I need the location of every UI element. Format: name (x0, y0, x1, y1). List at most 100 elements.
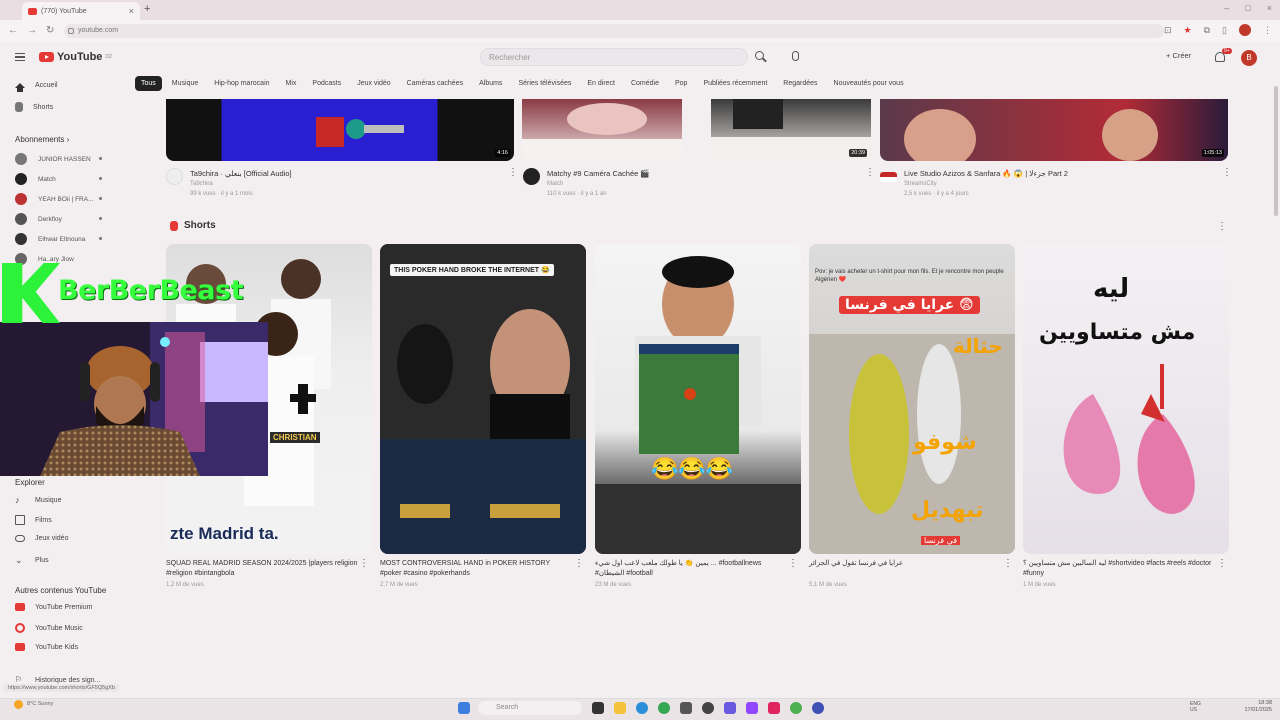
close-window-icon[interactable]: × (1267, 3, 1272, 13)
chrome-icon[interactable] (658, 702, 670, 714)
app-icon[interactable] (680, 702, 692, 714)
subscriptions-title[interactable]: Abonnements › (15, 135, 69, 144)
bookmark-star-icon[interactable]: ★ (1184, 25, 1192, 36)
browser-profile-icon[interactable] (1239, 24, 1251, 36)
filter-chip[interactable]: Podcasts (306, 76, 347, 91)
filter-chip[interactable]: Mix (280, 76, 303, 91)
more-actions-icon[interactable] (865, 167, 875, 180)
app-icon[interactable] (724, 702, 736, 714)
filter-chip[interactable]: En direct (581, 76, 621, 91)
sidebar-item-home[interactable]: Accueil (15, 82, 58, 92)
app-icon[interactable] (790, 702, 802, 714)
create-button[interactable]: + Créer (1166, 51, 1191, 60)
explorer-icon[interactable] (614, 702, 626, 714)
filter-chip[interactable]: Hip-hop marocain (208, 76, 275, 91)
short-title[interactable]: ليه السالبين مش متساويين ؟ #shortvideo #… (1023, 559, 1215, 579)
minimize-icon[interactable]: – (1224, 3, 1229, 13)
channel-name[interactable]: StreamsCity (904, 181, 937, 187)
channel-name[interactable]: Ta9chira (190, 181, 213, 187)
microphone-icon[interactable] (792, 51, 799, 61)
more-actions-icon[interactable] (1217, 221, 1227, 234)
channel-avatar[interactable] (880, 172, 897, 182)
more-actions-icon[interactable] (1222, 167, 1232, 180)
channel-name[interactable]: Match (547, 181, 563, 187)
video-title[interactable]: Matchy #9 Caméra Cachée 🎬 (547, 169, 650, 178)
forward-icon[interactable]: → (27, 25, 37, 36)
youtube-logo[interactable]: YouTube DZ (39, 51, 112, 63)
sidebar-item-gaming[interactable]: Jeux vidéo (15, 535, 68, 542)
url-field[interactable]: youtube.com (64, 24, 1164, 38)
short-card[interactable]: ليه مش متساويين (1023, 244, 1229, 554)
filter-chip[interactable]: Regardées (777, 76, 823, 91)
more-actions-icon[interactable] (359, 558, 369, 571)
sidebar-item-films[interactable]: Films (15, 515, 52, 525)
twitch-icon[interactable] (746, 702, 758, 714)
filter-chip[interactable]: Albums (473, 76, 508, 91)
sidebar-item-premium[interactable]: YouTube Premium (15, 603, 92, 611)
filter-chip[interactable]: Comédie (625, 76, 665, 91)
browser-tab[interactable]: (770) YouTube × (22, 2, 140, 20)
taskbar-search[interactable]: Search (478, 701, 582, 715)
video-thumbnail[interactable]: 1:05:13 (880, 99, 1228, 161)
filter-chip[interactable]: Musique (166, 76, 204, 91)
reload-icon[interactable]: ↻ (46, 25, 54, 36)
more-actions-icon[interactable] (788, 558, 798, 571)
weather-widget[interactable]: 8°C Sunny (14, 700, 53, 709)
more-actions-icon[interactable] (1003, 558, 1013, 571)
clock[interactable]: 18:38 17/01/2025 (1244, 700, 1272, 714)
sidebar-item-kids[interactable]: YouTube Kids (15, 643, 78, 651)
sidebar-item-more[interactable]: ⌄ Plus (15, 555, 49, 565)
sidebar-item-music-app[interactable]: YouTube Music (15, 623, 83, 633)
short-title[interactable]: SQUAD REAL MADRID SEASON 2024/2025 |play… (166, 559, 358, 579)
short-card[interactable]: THIS POKER HAND BROKE THE INTERNET 😂 (380, 244, 586, 554)
more-actions-icon[interactable] (1217, 558, 1227, 571)
search-input[interactable]: Rechercher (480, 48, 748, 66)
filter-chip[interactable]: Pop (669, 76, 693, 91)
video-title[interactable]: Live Studio Azizos & Sanfara 🔥 😱 | جزءلا… (904, 169, 1068, 178)
sidepanel-icon[interactable]: ▯ (1222, 25, 1227, 36)
short-card[interactable]: Pov: je vais acheter un t-shirt pour mon… (809, 244, 1015, 554)
subscription-item[interactable]: Match (15, 173, 102, 185)
site-info-icon[interactable] (68, 28, 74, 34)
filter-chip[interactable]: Caméras cachées (401, 76, 469, 91)
filter-chip[interactable]: Jeux vidéo (351, 76, 396, 91)
obs-icon[interactable] (702, 702, 714, 714)
edge-icon[interactable] (636, 702, 648, 714)
search-icon[interactable] (754, 50, 768, 64)
filter-chip[interactable]: Publiées récemment (697, 76, 773, 91)
video-thumbnail[interactable]: 20:39 (711, 99, 871, 161)
sidebar-item-shorts[interactable]: Shorts (15, 102, 53, 112)
browser-menu-icon[interactable]: ⋮ (1263, 25, 1272, 36)
subscription-item[interactable]: Derkfloy (15, 213, 102, 225)
short-card[interactable]: 😂😂😂 (595, 244, 801, 554)
video-title[interactable]: Ta9chira · بنعلي [Official Audio] (190, 169, 292, 178)
video-thumbnail[interactable] (522, 99, 682, 161)
close-tab-icon[interactable]: × (129, 6, 134, 16)
windows-start-icon[interactable] (458, 702, 470, 714)
subscription-item[interactable]: JUNIOR HASSEN (15, 153, 102, 165)
taskview-icon[interactable] (592, 702, 604, 714)
filter-chip[interactable]: Séries télévisées (512, 76, 577, 91)
app-icon[interactable] (768, 702, 780, 714)
more-actions-icon[interactable] (508, 167, 518, 180)
app-icon[interactable] (812, 702, 824, 714)
new-tab-icon[interactable]: + (144, 3, 150, 15)
install-icon[interactable]: ⊡ (1164, 25, 1172, 36)
back-icon[interactable]: ← (8, 25, 18, 36)
sidebar-item-music[interactable]: ♪ Musique (15, 495, 61, 505)
short-title[interactable]: يمين 👏 يا طولك ملعب لاعب اول شيء ... #fo… (595, 559, 787, 579)
channel-avatar[interactable] (166, 168, 183, 185)
menu-icon[interactable] (15, 53, 25, 61)
video-thumbnail[interactable]: 4:16 (166, 99, 514, 161)
more-actions-icon[interactable] (574, 558, 584, 571)
maximize-icon[interactable]: □ (1245, 3, 1250, 13)
language-indicator[interactable]: ENG US (1190, 701, 1204, 713)
subscription-item[interactable]: Elhwar Eltnouna (15, 233, 102, 245)
extensions-icon[interactable]: ⧉ (1204, 25, 1210, 36)
filter-chip[interactable]: Nouveautés pour vous (828, 76, 910, 91)
short-title[interactable]: MOST CONTROVERSIAL HAND in POKER HISTORY… (380, 559, 572, 579)
subscription-item[interactable]: YEAH BOii | FRA... (15, 193, 102, 205)
channel-avatar[interactable] (523, 168, 540, 185)
short-title[interactable]: عرايا في فرنسا تقول في الجزائر (809, 559, 1001, 569)
avatar[interactable]: B (1241, 50, 1257, 66)
